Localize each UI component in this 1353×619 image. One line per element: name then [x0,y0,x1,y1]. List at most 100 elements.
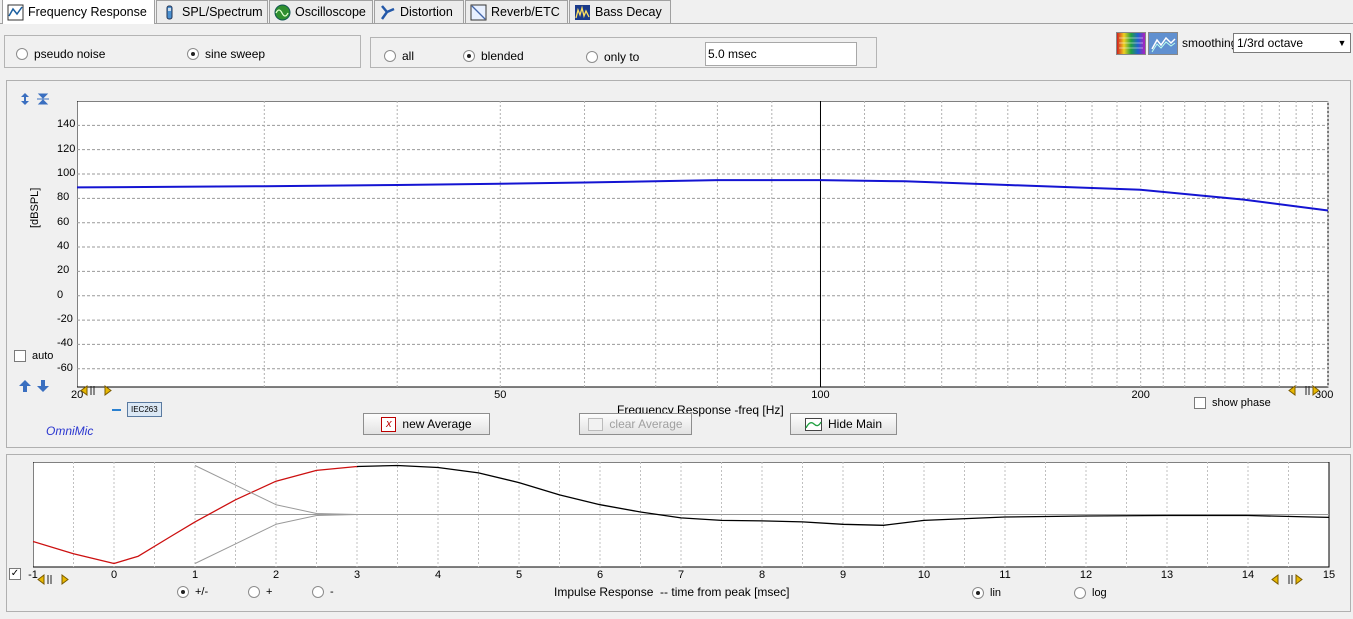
x-tick-label: 5 [515,569,523,581]
x-tick-label: 6 [596,569,604,581]
tab-label: Distortion [400,5,453,19]
radio-circle [16,48,28,60]
blended-label: blended [481,49,524,63]
tab-distortion[interactable]: Distortion [374,0,464,23]
new-average-label: new Average [402,417,472,431]
scroll-left-icon[interactable] [80,385,112,396]
scroll-down-icon[interactable] [37,380,49,392]
tab-bar: Frequency Response SPL/Spectrum Oscillos… [0,0,1353,24]
impulse-xlabel: Impulse Response -- time from peak [msec… [554,585,790,599]
tab-spl-spectrum[interactable]: SPL/Spectrum [156,0,268,23]
spectrogram-button[interactable] [1116,32,1146,55]
radio-circle [384,50,396,62]
y-tick-label: 140 [57,118,76,131]
plus-label: + [266,586,273,598]
omnimic-brand: OmniMic [46,424,94,438]
legend-item[interactable]: IEC263 [112,402,162,417]
x-tick-label: 1 [191,569,199,581]
x-tick-label: 10 [917,569,931,581]
blended-radio[interactable]: blended [463,49,524,63]
plus-minus-label: +/- [195,586,209,598]
lin-radio[interactable]: lin [972,587,1001,599]
all-label: all [402,49,415,63]
x-tick-label: 12 [1079,569,1093,581]
all-radio[interactable]: all [384,49,414,63]
y-tick-label: -20 [57,313,73,326]
lin-label: lin [990,587,1002,599]
x-tick-label: 14 [1241,569,1255,581]
impulse-scroll-right-icon[interactable] [1271,574,1303,585]
x-tick-label: 200 [1131,389,1150,401]
spectrogram-icon [1119,37,1143,49]
log-label: log [1092,587,1107,599]
impulse-enable-checkbox[interactable]: ✓ [9,568,21,580]
radio-circle [248,586,260,598]
plus-radio[interactable]: + [248,586,272,598]
scroll-up-icon[interactable] [19,380,31,392]
hide-main-button[interactable]: Hide Main [790,413,897,435]
curve-icon [804,417,822,431]
x-tick-label: 15 [1322,569,1336,581]
tab-frequency-response[interactable]: Frequency Response [2,0,155,24]
x-tick-label: 0 [110,569,118,581]
x-tick-label: 50 [494,389,507,401]
only-to-label: only to [604,50,640,64]
sine-sweep-radio[interactable]: sine sweep [187,47,265,61]
show-phase-label: show phase [1212,397,1271,409]
pseudo-noise-radio[interactable]: pseudo noise [16,47,105,61]
impulse-plot [33,462,1330,568]
x-tick-label: 7 [677,569,685,581]
checkbox-box [1194,397,1206,409]
y-tick-label: 0 [57,288,64,301]
tab-label: Oscilloscope [295,5,366,19]
x-tick-label: 4 [434,569,442,581]
waterfall-button[interactable] [1148,32,1178,55]
new-average-button[interactable]: x new Average [363,413,490,435]
frequency-response-icon [7,4,24,20]
auto-checkbox[interactable]: auto [14,350,53,362]
oscilloscope-icon [274,4,291,20]
smoothing-select[interactable]: 1/3rd octave ▼ [1233,33,1351,53]
impulse-scroll-left-icon[interactable] [37,574,69,585]
checkbox-box [14,350,26,362]
zoom-in-vertical-icon[interactable] [19,93,31,105]
spl-spectrum-icon [166,5,173,19]
y-tick-label: 20 [57,264,70,277]
plus-minus-radio[interactable]: +/- [177,586,208,598]
y-tick-label: 120 [57,142,76,155]
signal-type-group: pseudo noise sine sweep [4,35,361,68]
zoom-out-vertical-icon[interactable] [37,93,49,105]
tab-label: Frequency Response [28,5,147,19]
x-tick-label: 8 [758,569,766,581]
scroll-right-icon[interactable] [1288,385,1320,396]
chevron-down-icon: ▼ [1337,38,1347,48]
bass-decay-icon [575,4,590,20]
clear-average-label: clear Average [609,417,683,431]
window-time-input[interactable] [705,42,857,66]
minus-label: - [330,586,334,598]
tab-bass-decay[interactable]: Bass Decay [569,0,671,23]
y-tick-label: -40 [57,337,73,350]
waterfall-icon [1151,36,1176,53]
tab-label: Bass Decay [595,5,662,19]
tab-reverb-etc[interactable]: Reverb/ETC [465,0,568,23]
radio-circle [177,586,189,598]
log-radio[interactable]: log [1074,587,1107,599]
x-tick-label: 9 [839,569,847,581]
show-phase-checkbox[interactable]: show phase [1194,397,1271,409]
clear-average-button[interactable]: clear Average [579,413,692,435]
radio-circle [187,48,199,60]
sine-sweep-label: sine sweep [205,47,266,61]
smoothing-label: smoothing [1182,36,1238,50]
y-tick-label: 80 [57,191,70,204]
only-to-radio[interactable]: only to [586,50,639,64]
hide-main-label: Hide Main [827,417,883,431]
y-tick-label: 100 [57,167,76,180]
tab-oscilloscope[interactable]: Oscilloscope [269,0,373,23]
legend-tag: IEC263 [127,402,162,417]
radio-circle [312,586,324,598]
minus-radio[interactable]: - [312,586,334,598]
tab-label: SPL/Spectrum [182,5,263,19]
y-tick-label: 40 [57,240,70,253]
auto-label: auto [32,350,54,362]
